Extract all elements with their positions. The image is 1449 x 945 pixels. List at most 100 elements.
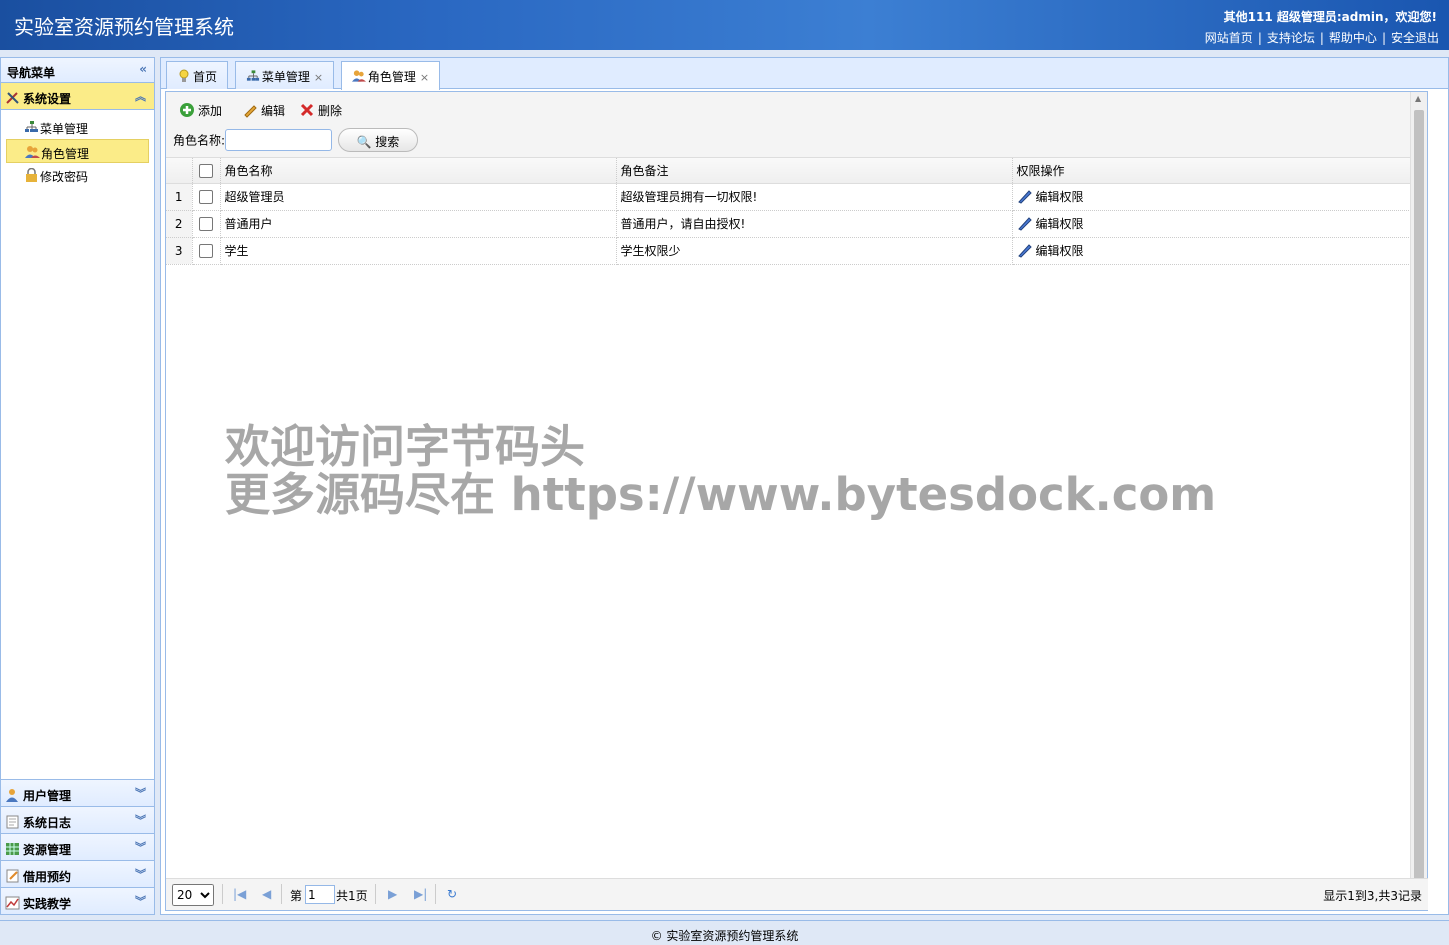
site-home-link[interactable]: 网站首页 bbox=[1205, 31, 1253, 45]
help-center-link[interactable]: 帮助中心 bbox=[1329, 31, 1377, 45]
sidebar-group-label: 实践教学 bbox=[23, 897, 72, 911]
page-size-select[interactable]: 20 bbox=[172, 884, 214, 906]
page-prefix: 第 bbox=[290, 889, 303, 903]
role-name-cell: 超级管理员 bbox=[220, 183, 617, 211]
search-row: 角色名称: 🔍 搜索 bbox=[173, 128, 418, 152]
row-number: 3 bbox=[166, 237, 193, 265]
tab-home[interactable]: 首页 bbox=[166, 61, 229, 89]
chevron-down-icon[interactable]: ︾ bbox=[135, 893, 146, 909]
sidebar-group-label: 资源管理 bbox=[23, 843, 72, 857]
close-icon[interactable]: × bbox=[314, 71, 323, 84]
grid-icon bbox=[5, 842, 21, 856]
column-header-permission-action[interactable]: 权限操作 bbox=[1012, 158, 1411, 184]
close-icon[interactable]: × bbox=[420, 71, 429, 84]
role-name-label: 角色名称: bbox=[173, 133, 226, 148]
users-icon bbox=[351, 69, 366, 83]
row-number-header bbox=[166, 158, 193, 184]
pager-info: 显示1到3,共3记录 bbox=[1323, 889, 1422, 903]
row-checkbox[interactable] bbox=[199, 243, 213, 258]
sitemap-icon bbox=[246, 69, 260, 83]
table-row[interactable]: 3 学生 学生权限少 编辑权限 bbox=[166, 237, 1411, 265]
chevron-down-icon[interactable]: ︾ bbox=[135, 839, 146, 855]
row-checkbox-cell bbox=[192, 183, 221, 211]
chevron-down-icon[interactable]: ︾ bbox=[135, 812, 146, 828]
role-remark-cell: 学生权限少 bbox=[616, 237, 1013, 265]
chevron-down-icon[interactable]: ︾ bbox=[135, 785, 146, 801]
lock-icon bbox=[24, 167, 39, 182]
edit-permission-link[interactable]: 编辑权限 bbox=[1017, 244, 1084, 258]
scroll-up-icon[interactable]: ▲ bbox=[1415, 94, 1421, 103]
sidebar-header: 导航菜单 « bbox=[1, 58, 154, 83]
sidebar-group-user-management[interactable]: 用户管理 ︾ bbox=[1, 779, 154, 806]
edit-button[interactable]: 编辑 bbox=[242, 102, 285, 119]
tab-menu-management[interactable]: 菜单管理 × bbox=[234, 61, 335, 89]
last-page-icon[interactable]: ▶| bbox=[414, 887, 427, 901]
tab-label: 首页 bbox=[193, 70, 218, 84]
header-links: 网站首页 | 支持论坛 | 帮助中心 | 安全退出 bbox=[1204, 31, 1439, 45]
sidebar-item-change-password[interactable]: 修改密码 bbox=[6, 163, 149, 187]
role-remark-cell: 超级管理员拥有一切权限! bbox=[616, 183, 1013, 211]
tab-bar: 首页 菜单管理 × 角色管理 × bbox=[161, 58, 1448, 90]
toolbar: 添加 编辑 删除 角色名称: 🔍 搜索 bbox=[166, 92, 1427, 158]
role-name-input[interactable] bbox=[225, 129, 333, 151]
sidebar-item-role-management[interactable]: 角色管理 bbox=[6, 139, 149, 163]
row-checkbox[interactable] bbox=[199, 216, 213, 231]
sidebar-group-system-log[interactable]: 系统日志 ︾ bbox=[1, 806, 154, 833]
edit-permission-link[interactable]: 编辑权限 bbox=[1017, 217, 1084, 231]
row-checkbox-cell bbox=[192, 237, 221, 265]
footer: © 实验室资源预约管理系统 bbox=[0, 920, 1449, 945]
permission-action-cell: 编辑权限 bbox=[1012, 183, 1411, 211]
prev-page-icon[interactable]: ◀ bbox=[262, 887, 271, 901]
edit-permission-link[interactable]: 编辑权限 bbox=[1017, 190, 1084, 204]
edit-permission-label: 编辑权限 bbox=[1035, 190, 1084, 204]
main-panel: 首页 菜单管理 × 角色管理 × 添加 编辑 删除 角色名称: 🔍 搜索 角色名… bbox=[160, 57, 1449, 915]
sidebar-group-borrow-booking[interactable]: 借用预约 ︾ bbox=[1, 860, 154, 887]
chart-icon bbox=[5, 896, 21, 910]
tab-content: 添加 编辑 删除 角色名称: 🔍 搜索 角色名称 角色备注 权限操作 1 超级管… bbox=[165, 91, 1428, 911]
column-header-role-remark[interactable]: 角色备注 bbox=[616, 158, 1013, 184]
sidebar-collapsed-groups: 用户管理 ︾ 系统日志 ︾ 资源管理 ︾ 借用预约 ︾ 实践教学 ︾ bbox=[1, 779, 154, 914]
search-button[interactable]: 🔍 搜索 bbox=[337, 128, 418, 152]
edit-label: 编辑 bbox=[261, 104, 286, 118]
table-row[interactable]: 2 普通用户 普通用户，请自由授权! 编辑权限 bbox=[166, 210, 1411, 238]
app-header: 实验室资源预约管理系统 其他111 超级管理员:admin，欢迎您! 网站首页 |… bbox=[0, 0, 1449, 50]
vertical-scrollbar[interactable]: ▲ ▼ bbox=[1410, 92, 1427, 910]
forum-link[interactable]: 支持论坛 bbox=[1267, 31, 1315, 45]
sidebar-group-label: 借用预约 bbox=[23, 870, 72, 884]
sidebar-group-system-settings[interactable]: 系统设置 ︽ bbox=[1, 83, 154, 110]
pager-divider bbox=[435, 884, 436, 904]
next-page-icon[interactable]: ▶ bbox=[388, 887, 397, 901]
pager-divider bbox=[281, 884, 282, 904]
scrollbar-thumb[interactable] bbox=[1414, 110, 1424, 890]
sidebar: 导航菜单 « 系统设置 ︽ 菜单管理 角色管理 修改密码 用户管理 ︾ 系统日志… bbox=[0, 57, 155, 915]
delete-icon bbox=[299, 102, 315, 118]
row-checkbox-cell bbox=[192, 210, 221, 238]
sidebar-group-resource-management[interactable]: 资源管理 ︾ bbox=[1, 833, 154, 860]
add-button[interactable]: 添加 bbox=[179, 102, 222, 119]
delete-button[interactable]: 删除 bbox=[299, 102, 342, 119]
row-number: 1 bbox=[166, 183, 193, 211]
add-icon bbox=[179, 102, 195, 118]
page-number-input[interactable] bbox=[305, 885, 335, 904]
chevron-up-icon[interactable]: ︽ bbox=[135, 88, 146, 104]
delete-label: 删除 bbox=[318, 104, 343, 118]
sidebar-item-menu-management[interactable]: 菜单管理 bbox=[6, 115, 149, 139]
table-row[interactable]: 1 超级管理员 超级管理员拥有一切权限! 编辑权限 bbox=[166, 183, 1411, 211]
pencil-icon bbox=[1017, 215, 1033, 231]
row-checkbox[interactable] bbox=[199, 189, 213, 204]
collapse-sidebar-icon[interactable]: « bbox=[139, 62, 147, 76]
sidebar-items: 菜单管理 角色管理 修改密码 bbox=[1, 110, 154, 805]
chevron-down-icon[interactable]: ︾ bbox=[135, 866, 146, 882]
sidebar-item-label: 菜单管理 bbox=[40, 122, 89, 136]
row-number: 2 bbox=[166, 210, 193, 238]
tools-icon bbox=[5, 91, 21, 105]
sidebar-group-practice-teaching[interactable]: 实践教学 ︾ bbox=[1, 887, 154, 914]
tab-role-management[interactable]: 角色管理 × bbox=[340, 61, 441, 90]
column-header-role-name[interactable]: 角色名称 bbox=[220, 158, 617, 184]
refresh-icon[interactable]: ↻ bbox=[447, 887, 457, 901]
logout-link[interactable]: 安全退出 bbox=[1391, 31, 1439, 45]
tab-label: 菜单管理 bbox=[261, 70, 310, 84]
select-all-checkbox[interactable] bbox=[199, 163, 213, 178]
first-page-icon[interactable]: |◀ bbox=[233, 887, 246, 901]
welcome-text: 其他111 超级管理员:admin，欢迎您! bbox=[1223, 10, 1437, 24]
